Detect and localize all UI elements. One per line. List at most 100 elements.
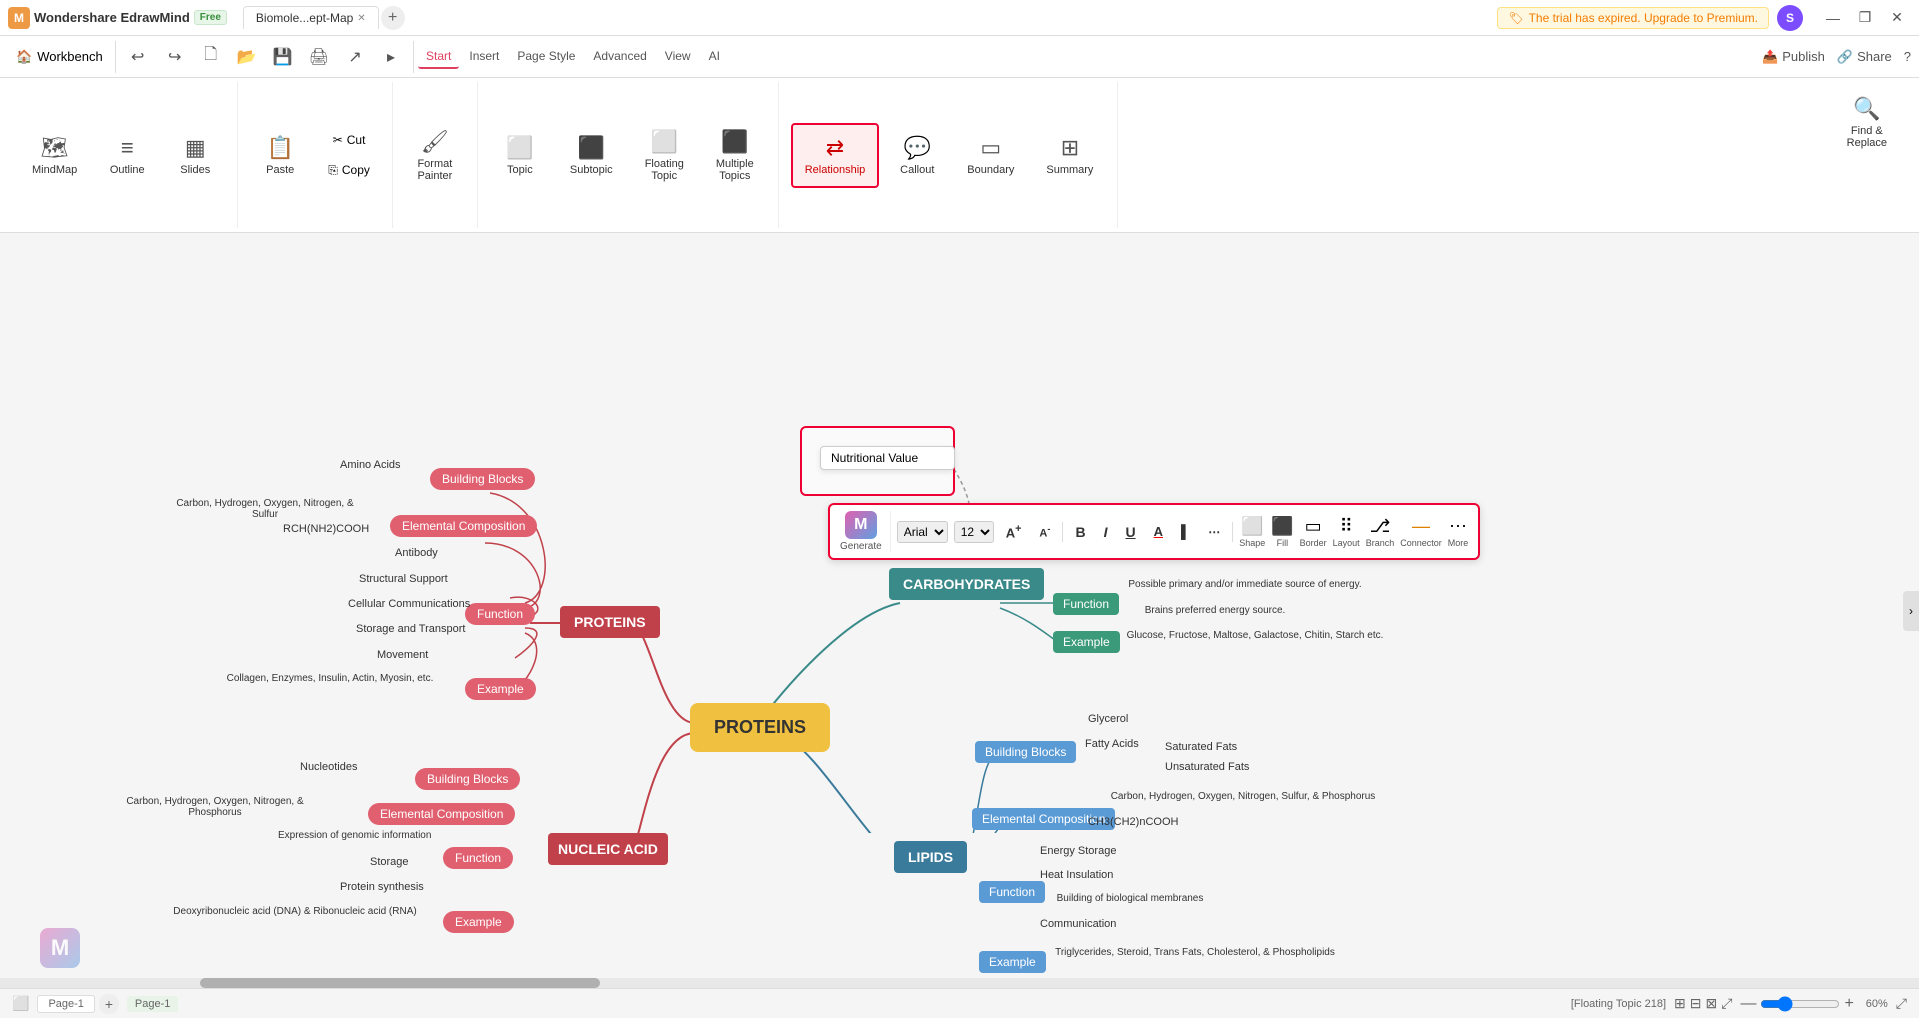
increase-font-button[interactable]: A+	[1000, 520, 1028, 543]
publish-button[interactable]: 📤 Publish	[1762, 49, 1825, 65]
active-tab[interactable]: Biomole...ept-Map ✕	[243, 6, 379, 29]
find-replace-button[interactable]: 🔍 Find &Replace	[1835, 86, 1899, 159]
nucleic-carbon-text: Carbon, Hydrogen, Oxygen, Nitrogen, & Ph…	[100, 796, 330, 818]
workbench-button[interactable]: 🏠 Workbench	[8, 45, 111, 69]
multiple-topics-button[interactable]: ⬛ MultipleTopics	[704, 119, 766, 192]
nucleic-bb-node[interactable]: Building Blocks	[415, 768, 520, 790]
share-button[interactable]: 🔗 Share	[1837, 49, 1892, 65]
callout-icon: 💬	[904, 135, 931, 161]
outline-button[interactable]: ≡ Outline	[97, 125, 157, 186]
subtopic-button[interactable]: ⬛ Subtopic	[558, 125, 625, 186]
callout-button[interactable]: 💬 Callout	[887, 125, 947, 186]
summary-button[interactable]: ⊞ Summary	[1034, 125, 1105, 186]
font-size-select[interactable]: 12	[954, 521, 994, 543]
grid-view-icon[interactable]: ⊠	[1706, 995, 1718, 1012]
open-button[interactable]: 📂	[229, 43, 265, 71]
zoom-in-icon[interactable]: +	[1844, 995, 1853, 1013]
center-node[interactable]: PROTEINS	[690, 703, 830, 752]
columns-view-icon[interactable]: ⊟	[1690, 995, 1702, 1012]
help-icon: ?	[1904, 49, 1911, 64]
mini-toolbar: M Generate Arial 12 A+ A- B I U A ▌ ⋯ ⬜ …	[828, 503, 1480, 560]
paste-button[interactable]: 📋 Paste	[250, 125, 310, 186]
nucleic-fn-node[interactable]: Function	[443, 847, 513, 869]
lipids-bb-node[interactable]: Building Blocks	[975, 741, 1076, 763]
nav-tab-view[interactable]: View	[657, 45, 699, 69]
carb-fn-node[interactable]: Function	[1053, 593, 1119, 615]
new-button[interactable]: 🗋	[193, 39, 229, 74]
page-1-tab[interactable]: Page-1	[37, 995, 94, 1013]
fill-group: ⬛ Fill	[1271, 516, 1293, 548]
add-tab-button[interactable]: +	[381, 6, 405, 30]
font-color-button[interactable]: A	[1148, 521, 1169, 542]
more-icon: ⋯	[1449, 516, 1467, 537]
floating-topic-node[interactable]: Nutritional Value	[820, 446, 955, 470]
proteins-node[interactable]: PROTEINS	[560, 606, 660, 638]
mindmap-button[interactable]: 🗺 MindMap	[20, 125, 89, 186]
copy-icon: ⎘	[328, 163, 338, 178]
nav-tab-advanced[interactable]: Advanced	[585, 45, 654, 69]
proteins-fn-node[interactable]: Function	[465, 603, 535, 625]
lipids-fn-node[interactable]: Function	[979, 881, 1045, 903]
ribbon-group-clipboard: 📋 Paste ✂ Cut ⎘ Copy	[238, 82, 393, 228]
page-view-icon[interactable]: ⬜	[12, 995, 29, 1012]
fullscreen-icon[interactable]: ⤢	[1721, 995, 1732, 1012]
nav-tab-insert[interactable]: Insert	[461, 45, 507, 69]
bold-button[interactable]: B	[1069, 521, 1091, 543]
italic-button[interactable]: I	[1098, 521, 1114, 543]
tab-close-icon[interactable]: ✕	[357, 13, 365, 24]
fit-view-icon[interactable]: ⊞	[1674, 995, 1686, 1012]
relationship-button[interactable]: ⇄ Relationship	[791, 123, 880, 188]
decrease-font-button[interactable]: A-	[1033, 521, 1056, 543]
undo-button[interactable]: ↩	[120, 43, 156, 71]
page-nav: Page-1 +	[37, 994, 118, 1014]
cut-button[interactable]: ✂ Cut	[318, 127, 380, 153]
h-scrollbar-thumb[interactable]	[200, 978, 600, 988]
lipids-ex-node[interactable]: Example	[979, 951, 1046, 973]
expand-icon[interactable]: ⤢	[1896, 995, 1907, 1012]
topic-button[interactable]: ⬜ Topic	[490, 125, 550, 186]
nucleic-nucleotides-text: Nucleotides	[300, 761, 357, 773]
nucleic-node[interactable]: NUCLEIC ACID	[548, 833, 668, 865]
close-button[interactable]: ✕	[1883, 6, 1911, 30]
print-button[interactable]: 🖨	[301, 43, 337, 71]
nav-tab-ai[interactable]: AI	[701, 45, 728, 69]
side-panel-toggle[interactable]: ›	[1903, 591, 1919, 631]
nucleic-ex-node[interactable]: Example	[443, 911, 514, 933]
zoom-slider[interactable]	[1760, 996, 1840, 1012]
carb-ex-node[interactable]: Example	[1053, 631, 1120, 653]
lipids-node[interactable]: LIPIDS	[894, 841, 967, 873]
nav-tab-pagestyle[interactable]: Page Style	[509, 45, 583, 69]
redo-button[interactable]: ↪	[157, 43, 193, 71]
save-button[interactable]: 💾	[265, 43, 301, 71]
highlight-button[interactable]: ▌	[1175, 521, 1196, 542]
nav-tab-start[interactable]: Start	[418, 45, 459, 69]
proteins-ex-node[interactable]: Example	[465, 678, 536, 700]
underline-button[interactable]: U	[1119, 521, 1141, 543]
export-button[interactable]: ↗	[337, 43, 373, 71]
lipids-glycerol-text: Glycerol	[1088, 713, 1128, 725]
format-painter-button[interactable]: 🖌 FormatPainter	[405, 86, 465, 224]
slides-button[interactable]: ▦ Slides	[165, 125, 225, 186]
ai-generate-icon: M	[845, 511, 877, 539]
minimize-button[interactable]: —	[1819, 6, 1847, 30]
maximize-button[interactable]: ❐	[1851, 6, 1879, 30]
proteins-bb-node[interactable]: Building Blocks	[430, 468, 535, 490]
proteins-ec-node[interactable]: Elemental Composition	[390, 515, 537, 537]
zoom-out-icon[interactable]: —	[1740, 995, 1756, 1013]
add-page-button[interactable]: +	[99, 994, 119, 1014]
font-family-select[interactable]: Arial	[897, 521, 948, 543]
boundary-button[interactable]: ▭ Boundary	[955, 125, 1026, 186]
ribbon-group-find: 🔍 Find &Replace	[1823, 82, 1911, 228]
help-button[interactable]: ?	[1904, 49, 1911, 64]
view-controls: ⊞ ⊟ ⊠ ⤢	[1674, 995, 1732, 1012]
floating-topic-button[interactable]: ⬜ FloatingTopic	[633, 119, 696, 192]
proteins-cellular-text: Cellular Communications	[348, 598, 470, 610]
copy-button[interactable]: ⎘ Copy	[318, 157, 380, 184]
nucleic-ec-node[interactable]: Elemental Composition	[368, 803, 515, 825]
avatar[interactable]: S	[1777, 5, 1803, 31]
carbohydrates-node[interactable]: CARBOHYDRATES	[889, 568, 1044, 600]
h-scrollbar[interactable]	[0, 978, 1919, 988]
more-tools-button[interactable]: ▸	[373, 43, 409, 71]
more-group[interactable]: ⋯ More	[1448, 516, 1469, 548]
more-text-button[interactable]: ⋯	[1202, 522, 1226, 542]
